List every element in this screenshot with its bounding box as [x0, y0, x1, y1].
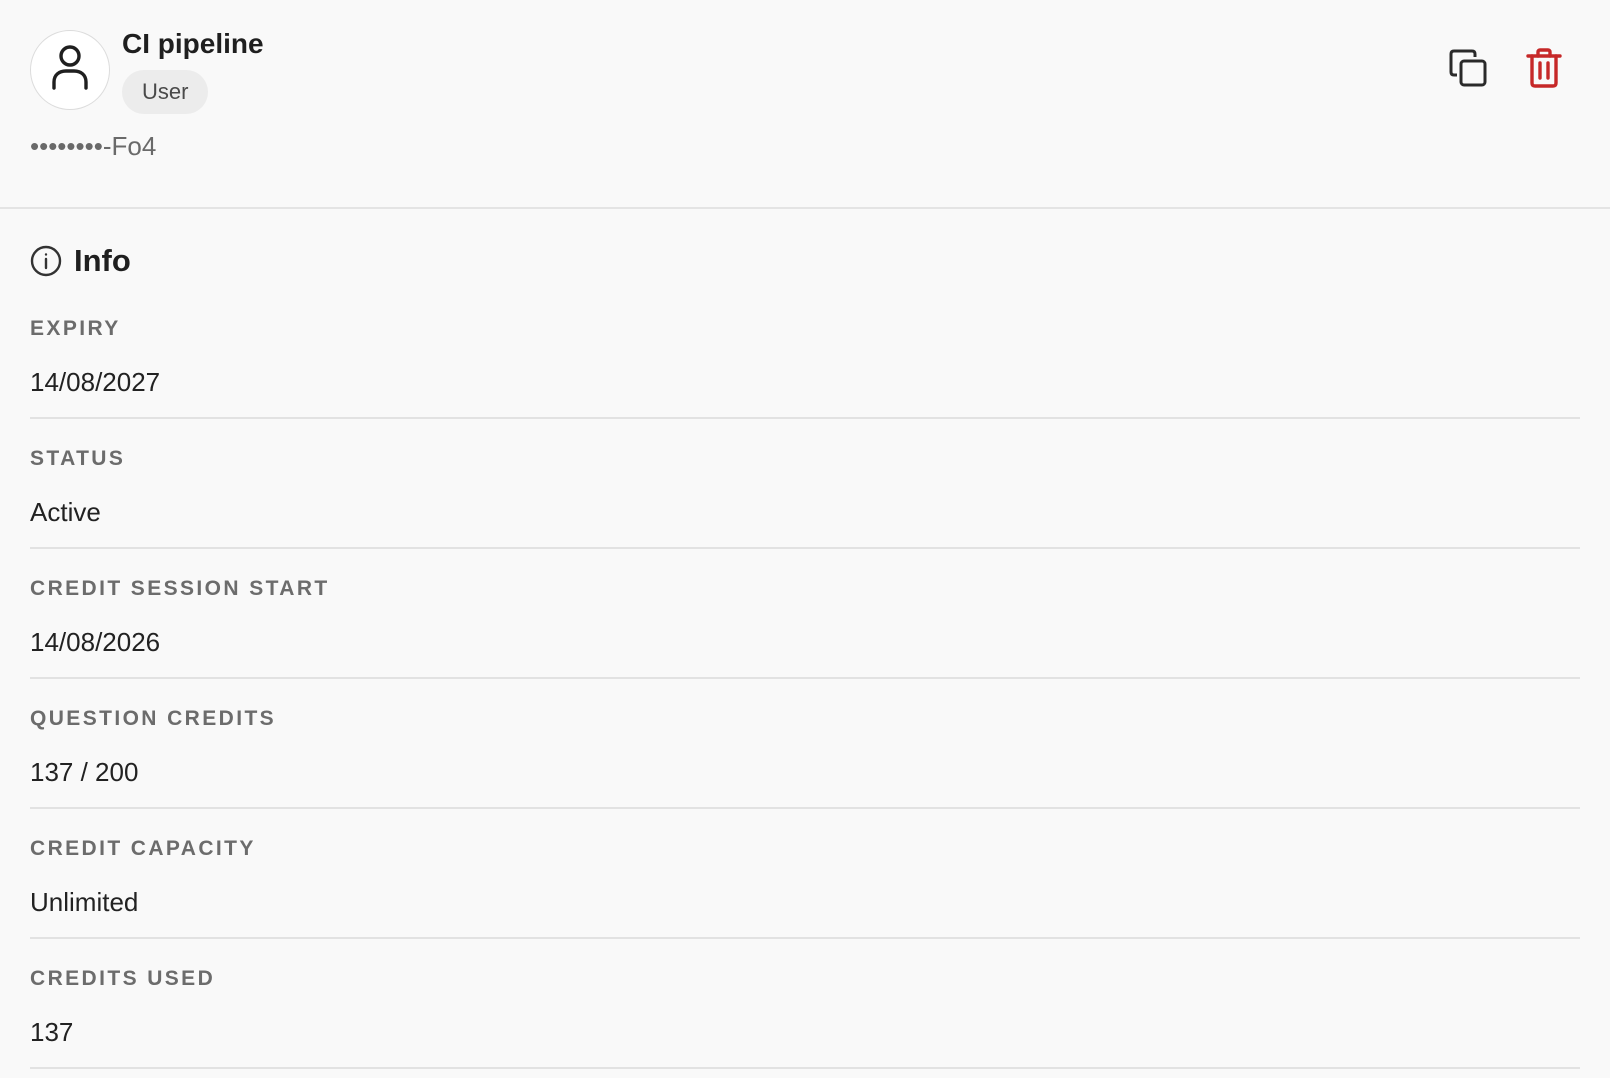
key-name: CI pipeline	[122, 28, 264, 59]
field-credit-capacity: CREDIT CAPACITY Unlimited	[30, 809, 1580, 939]
copy-icon	[1447, 47, 1489, 94]
field-label: CREDIT CAPACITY	[30, 837, 256, 860]
info-section: Info EXPIRY 14/08/2027 STATUS Active CRE…	[30, 211, 1580, 1069]
field-label: STATUS	[30, 447, 126, 470]
field-credits-used: CREDITS USED 137	[30, 939, 1580, 1069]
field-value: 14/08/2027	[30, 367, 161, 397]
field-status: STATUS Active	[30, 419, 1580, 549]
field-value: Active	[30, 497, 101, 527]
field-credit-session-start: CREDIT SESSION START 14/08/2026	[30, 549, 1580, 679]
field-value: Unlimited	[30, 887, 139, 917]
role-badge: User	[122, 70, 209, 114]
field-expiry: EXPIRY 14/08/2027	[30, 289, 1580, 419]
key-header: CI pipeline User ••••••••-Fo4	[0, 0, 1610, 209]
field-question-credits: QUESTION CREDITS 137 / 200	[30, 679, 1580, 809]
field-label: CREDITS USED	[30, 967, 216, 990]
info-title: Info	[74, 243, 131, 278]
field-label: QUESTION CREDITS	[30, 707, 277, 730]
avatar	[30, 30, 110, 110]
trash-icon	[1525, 47, 1563, 94]
field-label: CREDIT SESSION START	[30, 577, 330, 600]
field-value: 137 / 200	[30, 757, 139, 787]
masked-key-value[interactable]: ••••••••-Fo4	[30, 128, 156, 164]
copy-button[interactable]	[1442, 44, 1494, 96]
field-value: 14/08/2026	[30, 627, 161, 657]
info-icon	[30, 245, 62, 277]
field-label: EXPIRY	[30, 317, 121, 340]
user-icon	[50, 44, 90, 97]
delete-button[interactable]	[1518, 44, 1570, 96]
info-header: Info	[30, 233, 1580, 289]
field-value: 137	[30, 1017, 74, 1047]
